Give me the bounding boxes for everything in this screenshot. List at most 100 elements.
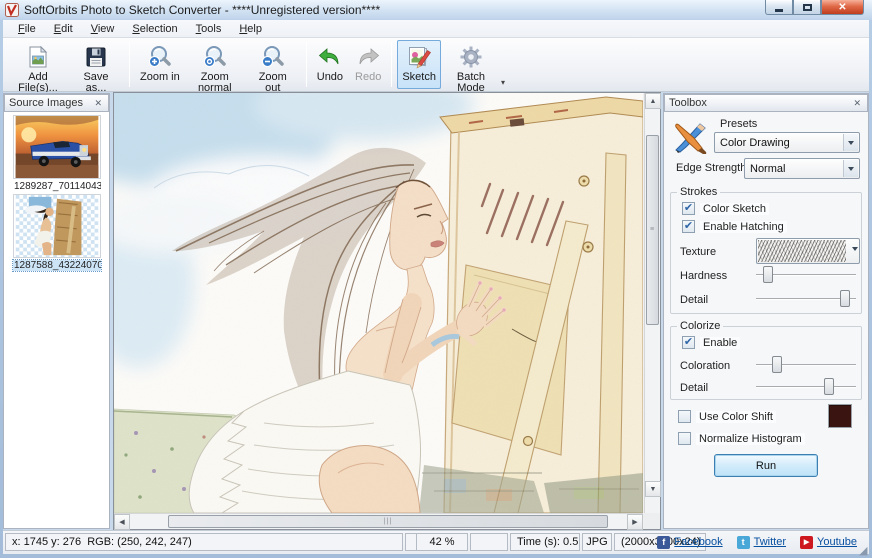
vertical-scroll-thumb[interactable]: ≡ [646, 135, 659, 325]
toolbar-button-label: Save as... [73, 72, 119, 94]
canvas-viewport[interactable] [114, 93, 643, 513]
woman-thumbnail-image [13, 194, 101, 258]
facebook-link[interactable]: f Facebook [657, 536, 722, 549]
normalize-histogram-checkbox[interactable]: Normalize Histogram [678, 432, 805, 445]
close-button[interactable]: ✕ [821, 0, 864, 15]
colorize-enable-checkbox[interactable]: Enable [682, 336, 740, 349]
hardness-label: Hardness [680, 270, 727, 282]
scroll-left-arrow-icon[interactable]: ◀ [114, 514, 130, 530]
canvas-vertical-scrollbar[interactable]: ▲ ≡ ▼ [644, 93, 660, 513]
toolbar-overflow-arrow[interactable]: ▾ [500, 78, 508, 90]
hardness-slider[interactable] [756, 266, 856, 283]
thumbnail-filename: 1287588_43224070.jpg [13, 260, 101, 271]
sketch-preview-image [114, 93, 643, 513]
zoom-normal-button[interactable]: Zoom normal [187, 40, 243, 89]
zoom-level: 42 % [416, 533, 468, 551]
coloration-label: Coloration [680, 360, 730, 372]
slider-thumb[interactable] [763, 266, 773, 283]
edge-strength-dropdown[interactable]: Normal [744, 158, 860, 179]
add-files-button[interactable]: Add File(s)... [10, 40, 66, 89]
enable-hatching-checkbox[interactable]: Enable Hatching [682, 220, 787, 233]
source-panel-close-icon[interactable]: ✕ [92, 98, 104, 109]
source-panel-title: Source Images [9, 97, 83, 109]
colorize-detail-label: Detail [680, 382, 708, 394]
edge-strength-value: Normal [750, 163, 785, 175]
checkbox-box[interactable] [682, 202, 695, 215]
checkbox-label: Color Sketch [700, 203, 769, 215]
checkbox-box[interactable] [678, 410, 691, 423]
colorize-group-label: Colorize [677, 320, 723, 332]
minimize-button[interactable] [765, 0, 793, 15]
toolbar-separator [391, 42, 392, 87]
menu-file[interactable]: File [9, 22, 45, 36]
colorize-detail-slider[interactable] [756, 378, 856, 395]
maximize-button[interactable] [793, 0, 821, 15]
batch-mode-icon [458, 44, 484, 70]
slider-thumb[interactable] [772, 356, 782, 373]
zoom-out-button[interactable]: Zoom out [245, 40, 301, 89]
undo-icon [317, 44, 343, 70]
use-color-shift-checkbox[interactable]: Use Color Shift [678, 410, 776, 423]
scroll-up-arrow-icon[interactable]: ▲ [645, 93, 661, 109]
slider-thumb[interactable] [840, 290, 850, 307]
checkbox-label: Enable Hatching [700, 221, 787, 233]
batch-mode-button[interactable]: Batch Mode [443, 40, 499, 89]
youtube-icon: ▶ [800, 536, 813, 549]
source-thumbnail-woman[interactable]: 1287588_43224070.jpg [13, 194, 101, 271]
menu-view[interactable]: View [82, 22, 124, 36]
app-logo-icon [5, 3, 19, 17]
coloration-slider[interactable] [756, 356, 856, 373]
edge-strength-label: Edge Strength [676, 162, 746, 174]
presets-label: Presets [720, 118, 757, 130]
source-thumbnail-truck[interactable]: 1289287_70114043.jpg [13, 115, 101, 192]
scroll-right-arrow-icon[interactable]: ▶ [627, 514, 643, 530]
checkbox-label: Normalize Histogram [696, 433, 805, 445]
toolbar-button-label: Sketch [402, 72, 436, 83]
zoom-in-button[interactable]: Zoom in [135, 40, 185, 89]
color-sketch-checkbox[interactable]: Color Sketch [682, 202, 769, 215]
run-button-label: Run [756, 460, 776, 472]
presets-dropdown[interactable]: Color Drawing [714, 132, 860, 153]
toolbar-button-label: Redo [355, 72, 381, 83]
run-button[interactable]: Run [714, 454, 818, 477]
menu-edit[interactable]: Edit [45, 22, 82, 36]
checkbox-box[interactable] [678, 432, 691, 445]
checkbox-label: Use Color Shift [696, 411, 776, 423]
youtube-link[interactable]: ▶ Youtube [800, 536, 857, 549]
toolbar: Add File(s)... Save as... Zoom in [3, 38, 869, 92]
scrollbar-corner [644, 513, 660, 529]
presets-pencil-brush-icon [672, 118, 708, 154]
slider-thumb[interactable] [824, 378, 834, 395]
redo-icon [355, 44, 381, 70]
checkbox-box[interactable] [682, 220, 695, 233]
scroll-down-arrow-icon[interactable]: ▼ [645, 481, 661, 497]
redo-button[interactable]: Redo [350, 40, 386, 89]
toolbar-button-label: Zoom out [250, 72, 296, 94]
color-shift-swatch[interactable] [828, 404, 852, 428]
sketch-button[interactable]: Sketch [397, 40, 441, 89]
resize-grip[interactable]: ◢ [859, 545, 872, 558]
toolbar-button-label: Batch Mode [448, 72, 494, 94]
toolbox-close-icon[interactable]: ✕ [851, 98, 863, 109]
chevron-down-icon [843, 134, 858, 151]
strokes-detail-slider[interactable] [756, 290, 856, 307]
canvas-frame: ▲ ≡ ▼ ◀ ||| ▶ [113, 92, 661, 530]
menu-tools[interactable]: Tools [187, 22, 231, 36]
horizontal-scroll-thumb[interactable]: ||| [168, 515, 608, 528]
menu-help[interactable]: Help [230, 22, 271, 36]
toolbar-button-label: Zoom normal [192, 72, 238, 94]
facebook-icon: f [657, 536, 670, 549]
toolbar-separator [306, 42, 307, 87]
chevron-down-icon [843, 160, 858, 177]
canvas-horizontal-scrollbar[interactable]: ◀ ||| ▶ [114, 513, 643, 529]
menu-selection[interactable]: Selection [123, 22, 186, 36]
checkbox-box[interactable] [682, 336, 695, 349]
undo-button[interactable]: Undo [312, 40, 348, 89]
zoom-out-icon [260, 44, 286, 70]
add-file-icon [25, 44, 51, 70]
twitter-link[interactable]: t Twitter [737, 536, 786, 549]
save-as-button[interactable]: Save as... [68, 40, 124, 89]
status-bar: x: 1745 y: 276 RGB: (250, 242, 247) 42 %… [3, 530, 869, 554]
toolbar-button-label: Zoom in [140, 72, 180, 83]
texture-dropdown[interactable] [756, 238, 860, 264]
